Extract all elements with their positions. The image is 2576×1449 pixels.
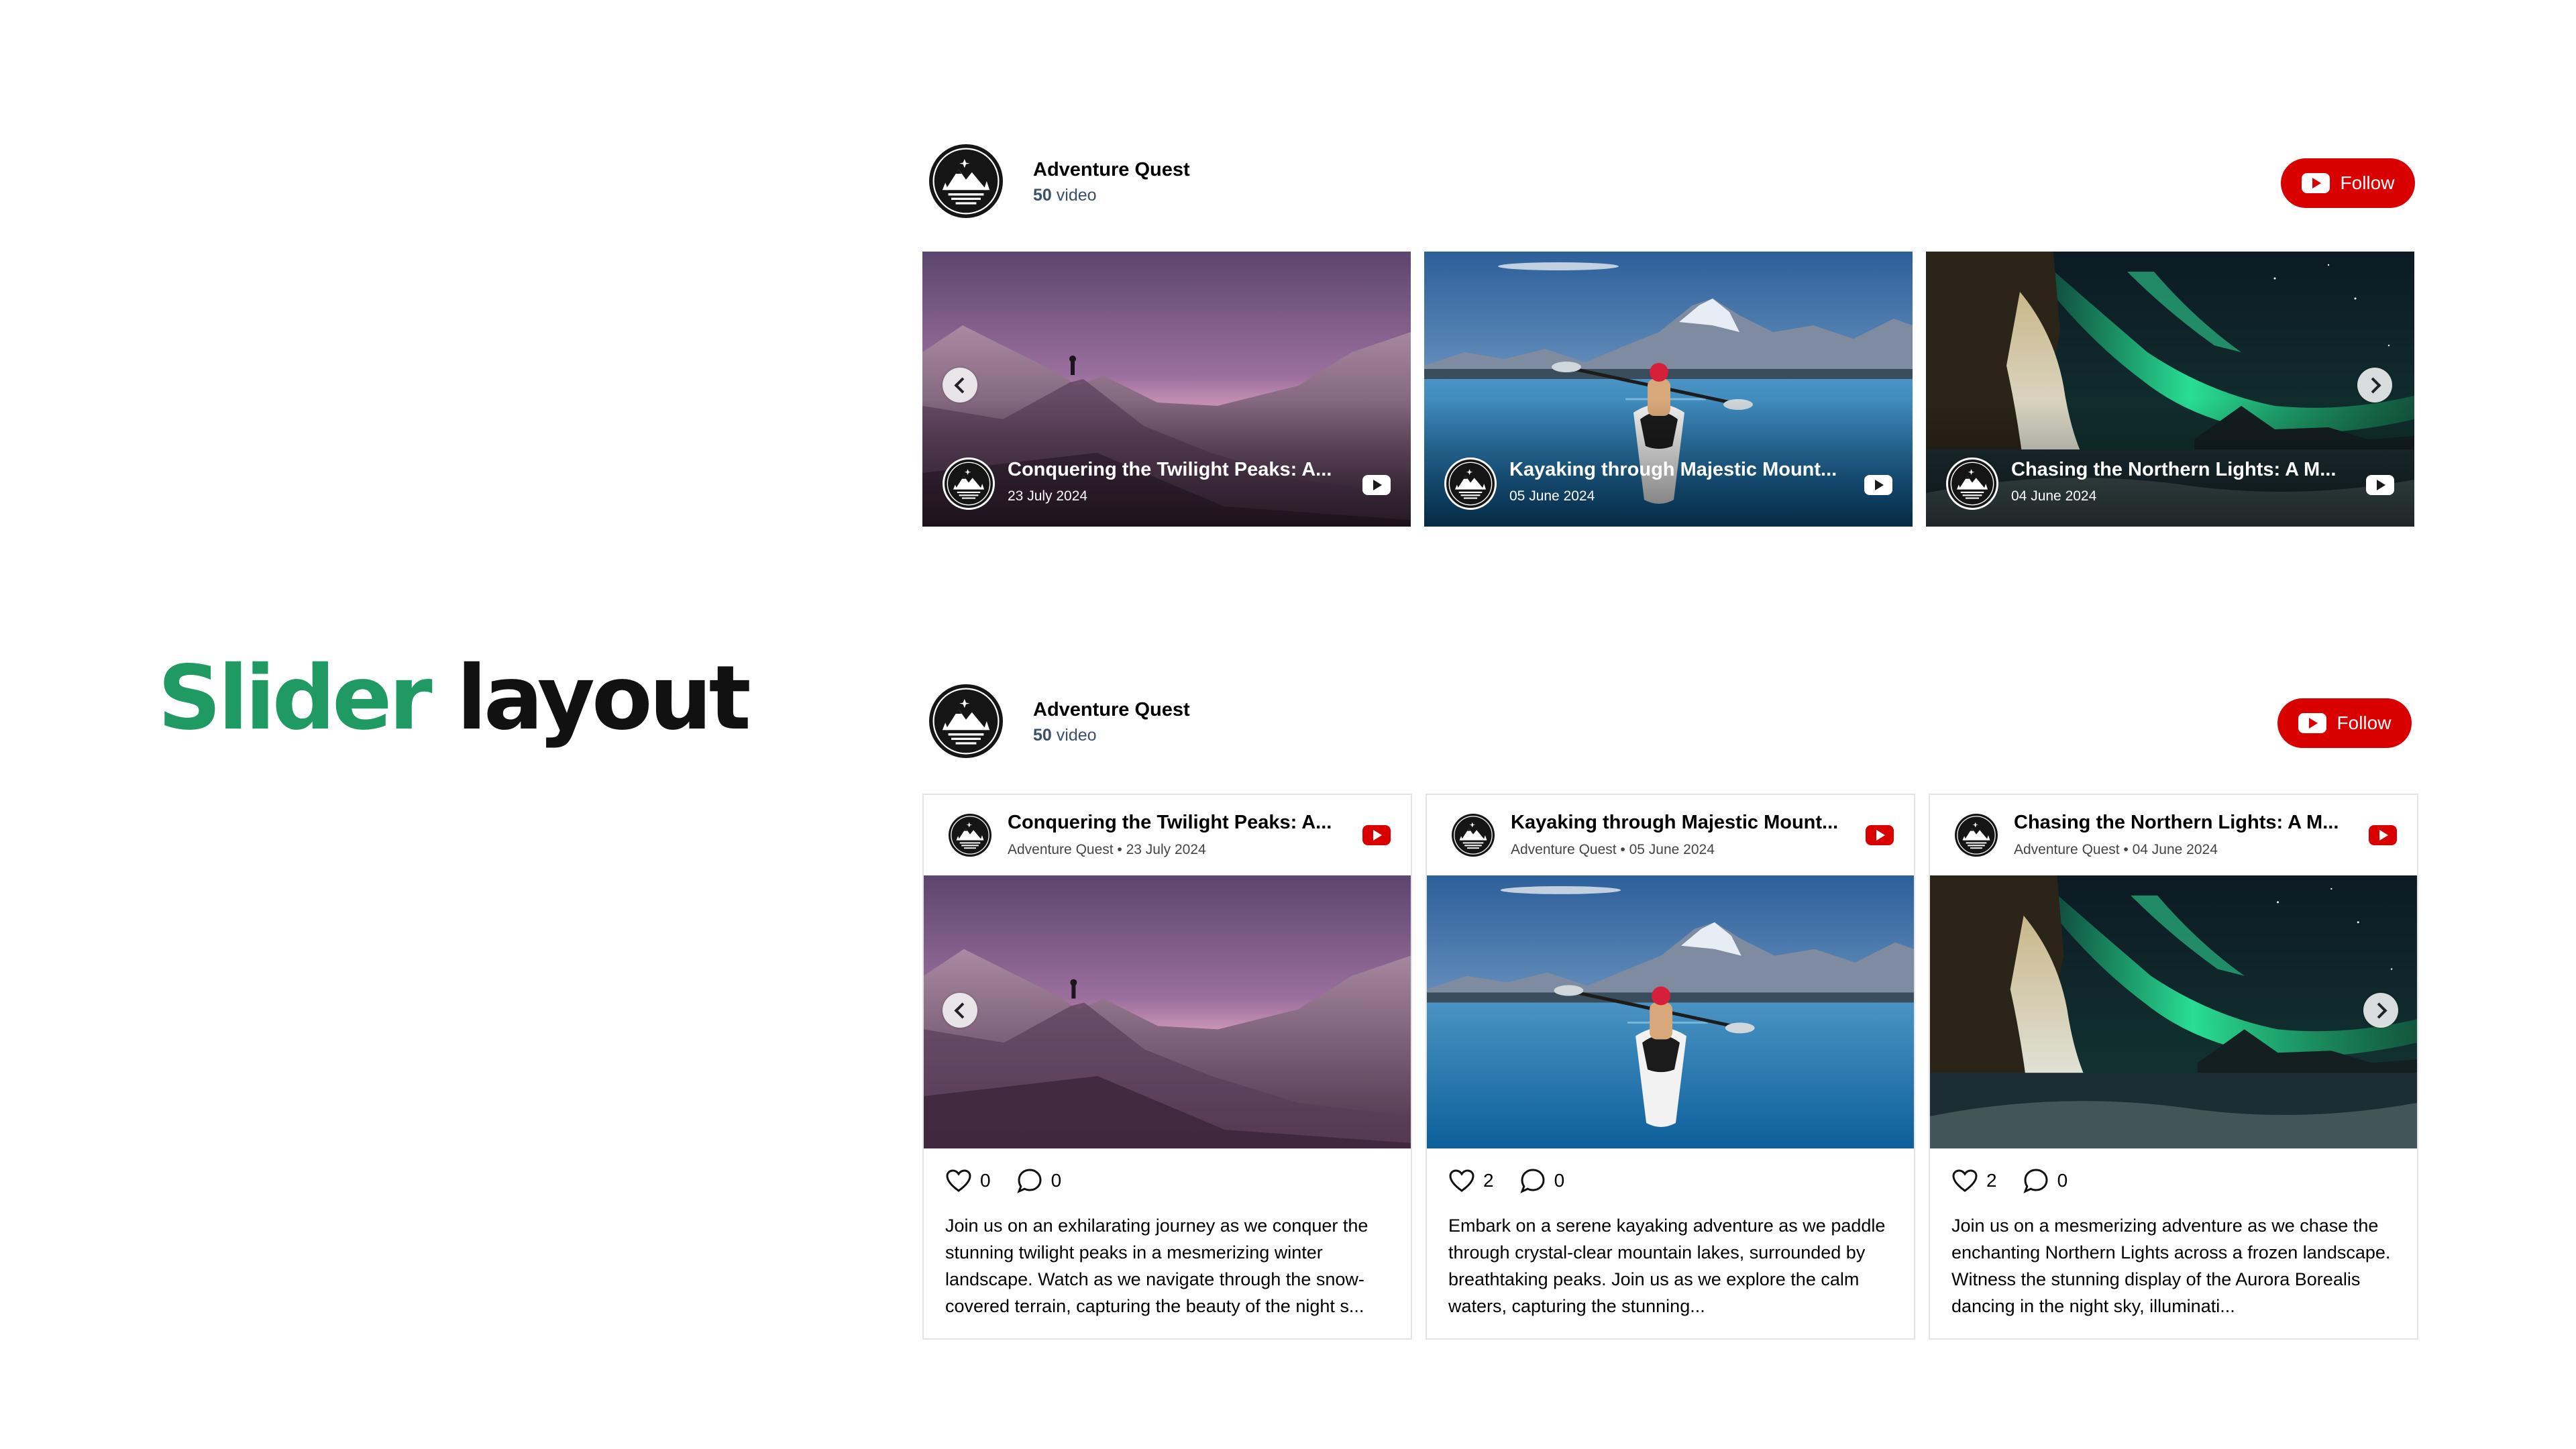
youtube-icon bbox=[1362, 475, 1391, 495]
video-tile[interactable]: Kayaking through Majestic Mount... 05 Ju… bbox=[1424, 252, 1913, 527]
video-meta: Adventure Quest • 04 June 2024 bbox=[2014, 842, 2218, 857]
channel-logo-icon bbox=[949, 814, 991, 857]
video-description: Embark on a serene kayaking adventure as… bbox=[1448, 1216, 1886, 1316]
heart-icon bbox=[946, 1169, 971, 1192]
heart-icon bbox=[1449, 1169, 1474, 1192]
video-title[interactable]: Chasing the Northern Lights: A M... bbox=[2014, 812, 2343, 834]
slider-prev-button[interactable] bbox=[943, 993, 977, 1028]
likes-count: 2 bbox=[1986, 1169, 1997, 1191]
chevron-left-icon bbox=[953, 1002, 971, 1019]
card-slider-widget: Adventure Quest 50 video Follow Conqueri… bbox=[922, 684, 2418, 1340]
comments-stat[interactable]: 0 bbox=[1016, 1167, 1062, 1194]
channel-logo-icon bbox=[1452, 814, 1495, 857]
channel-logo-icon bbox=[1955, 814, 1998, 857]
video-stats: 2 0 bbox=[1930, 1148, 2417, 1212]
follow-label: Follow bbox=[2337, 712, 2392, 733]
overlay-slider-widget: Adventure Quest 50 video Follow Conqueri… bbox=[922, 144, 2415, 527]
video-slider-track: Conquering the Twilight Peaks: A... Adve… bbox=[922, 794, 2418, 1340]
video-card[interactable]: Conquering the Twilight Peaks: A... Adve… bbox=[922, 794, 1412, 1340]
chevron-right-icon bbox=[2370, 1002, 2387, 1019]
headline-word-slider: Slider bbox=[158, 647, 433, 750]
comments-count: 0 bbox=[1554, 1169, 1565, 1191]
video-card[interactable]: Chasing the Northern Lights: A M... Adve… bbox=[1929, 794, 2418, 1340]
comments-stat[interactable]: 0 bbox=[1519, 1167, 1565, 1194]
slider-next-button[interactable] bbox=[2363, 993, 2398, 1028]
likes-stat[interactable]: 0 bbox=[945, 1169, 991, 1193]
youtube-icon[interactable] bbox=[1866, 825, 1894, 845]
video-title: Kayaking through Majestic Mount... bbox=[1509, 459, 1837, 480]
youtube-icon[interactable] bbox=[2369, 825, 2397, 845]
comment-bubble-icon bbox=[1016, 1168, 1042, 1193]
video-tile[interactable]: Conquering the Twilight Peaks: A... 23 J… bbox=[922, 252, 1411, 527]
channel-header: Adventure Quest 50 video Follow bbox=[922, 684, 2412, 768]
card-header: Kayaking through Majestic Mount... Adven… bbox=[1427, 795, 1914, 875]
youtube-icon bbox=[1864, 475, 1892, 495]
channel-logo-icon[interactable] bbox=[929, 684, 1003, 758]
video-title: Conquering the Twilight Peaks: A... bbox=[1008, 459, 1332, 480]
channel-logo-icon bbox=[943, 458, 995, 510]
comments-count: 0 bbox=[2057, 1169, 2068, 1191]
follow-label: Follow bbox=[2340, 172, 2395, 193]
video-title[interactable]: Conquering the Twilight Peaks: A... bbox=[1008, 812, 1336, 834]
page-headline: Slider layout bbox=[158, 654, 751, 743]
video-tile[interactable]: Chasing the Northern Lights: A M... 04 J… bbox=[1926, 252, 2414, 527]
video-slider-track: Conquering the Twilight Peaks: A... 23 J… bbox=[922, 252, 2414, 527]
video-count-number: 50 bbox=[1033, 726, 1052, 745]
card-header: Chasing the Northern Lights: A M... Adve… bbox=[1930, 795, 2417, 875]
slider-prev-button[interactable] bbox=[943, 368, 977, 402]
comment-bubble-icon bbox=[2023, 1168, 2048, 1193]
video-date: 05 June 2024 bbox=[1509, 488, 1595, 504]
channel-video-count: 50 video bbox=[1033, 726, 1097, 745]
video-thumbnail[interactable] bbox=[1427, 875, 1914, 1148]
chevron-left-icon bbox=[953, 376, 971, 394]
video-count-unit: video bbox=[1056, 186, 1097, 205]
youtube-icon bbox=[2298, 713, 2326, 733]
video-title[interactable]: Kayaking through Majestic Mount... bbox=[1511, 812, 1839, 834]
channel-logo-icon bbox=[1946, 458, 1998, 510]
channel-video-count: 50 video bbox=[1033, 186, 1097, 205]
chevron-right-icon bbox=[2364, 376, 2381, 394]
card-header: Conquering the Twilight Peaks: A... Adve… bbox=[924, 795, 1411, 875]
video-card[interactable]: Kayaking through Majestic Mount... Adven… bbox=[1426, 794, 1915, 1340]
likes-stat[interactable]: 2 bbox=[1448, 1169, 1494, 1193]
comments-stat[interactable]: 0 bbox=[2023, 1167, 2068, 1194]
heart-icon bbox=[1952, 1169, 1978, 1192]
video-thumbnail[interactable] bbox=[1930, 875, 2417, 1148]
video-meta: Adventure Quest • 05 June 2024 bbox=[1511, 842, 1715, 857]
video-title: Chasing the Northern Lights: A M... bbox=[2011, 459, 2337, 480]
slider-next-button[interactable] bbox=[2357, 368, 2392, 402]
likes-stat[interactable]: 2 bbox=[1951, 1169, 1997, 1193]
comment-bubble-icon bbox=[1519, 1168, 1545, 1193]
comments-count: 0 bbox=[1051, 1169, 1062, 1191]
likes-count: 2 bbox=[1483, 1169, 1494, 1191]
video-date: 23 July 2024 bbox=[1008, 488, 1088, 504]
channel-header: Adventure Quest 50 video Follow bbox=[922, 144, 2415, 228]
video-date: 04 June 2024 bbox=[2011, 488, 2097, 504]
channel-logo-icon[interactable] bbox=[929, 144, 1003, 218]
video-stats: 2 0 bbox=[1427, 1148, 1914, 1212]
video-description: Join us on an exhilarating journey as we… bbox=[945, 1216, 1368, 1316]
follow-button[interactable]: Follow bbox=[2277, 698, 2412, 748]
likes-count: 0 bbox=[980, 1169, 991, 1191]
channel-logo-icon bbox=[1444, 458, 1497, 510]
video-description: Join us on a mesmerizing adventure as we… bbox=[1951, 1216, 2391, 1316]
follow-button[interactable]: Follow bbox=[2281, 158, 2415, 208]
video-meta: Adventure Quest • 23 July 2024 bbox=[1008, 842, 1206, 857]
video-thumbnail[interactable] bbox=[924, 875, 1411, 1148]
video-stats: 0 0 bbox=[924, 1148, 1411, 1212]
video-count-number: 50 bbox=[1033, 186, 1052, 205]
headline-word-layout: layout bbox=[456, 647, 751, 750]
video-count-unit: video bbox=[1056, 726, 1097, 745]
youtube-icon bbox=[2301, 173, 2330, 193]
youtube-icon bbox=[2366, 475, 2394, 495]
youtube-icon[interactable] bbox=[1362, 825, 1391, 845]
channel-name[interactable]: Adventure Quest bbox=[1033, 699, 1190, 721]
channel-name[interactable]: Adventure Quest bbox=[1033, 159, 1190, 181]
